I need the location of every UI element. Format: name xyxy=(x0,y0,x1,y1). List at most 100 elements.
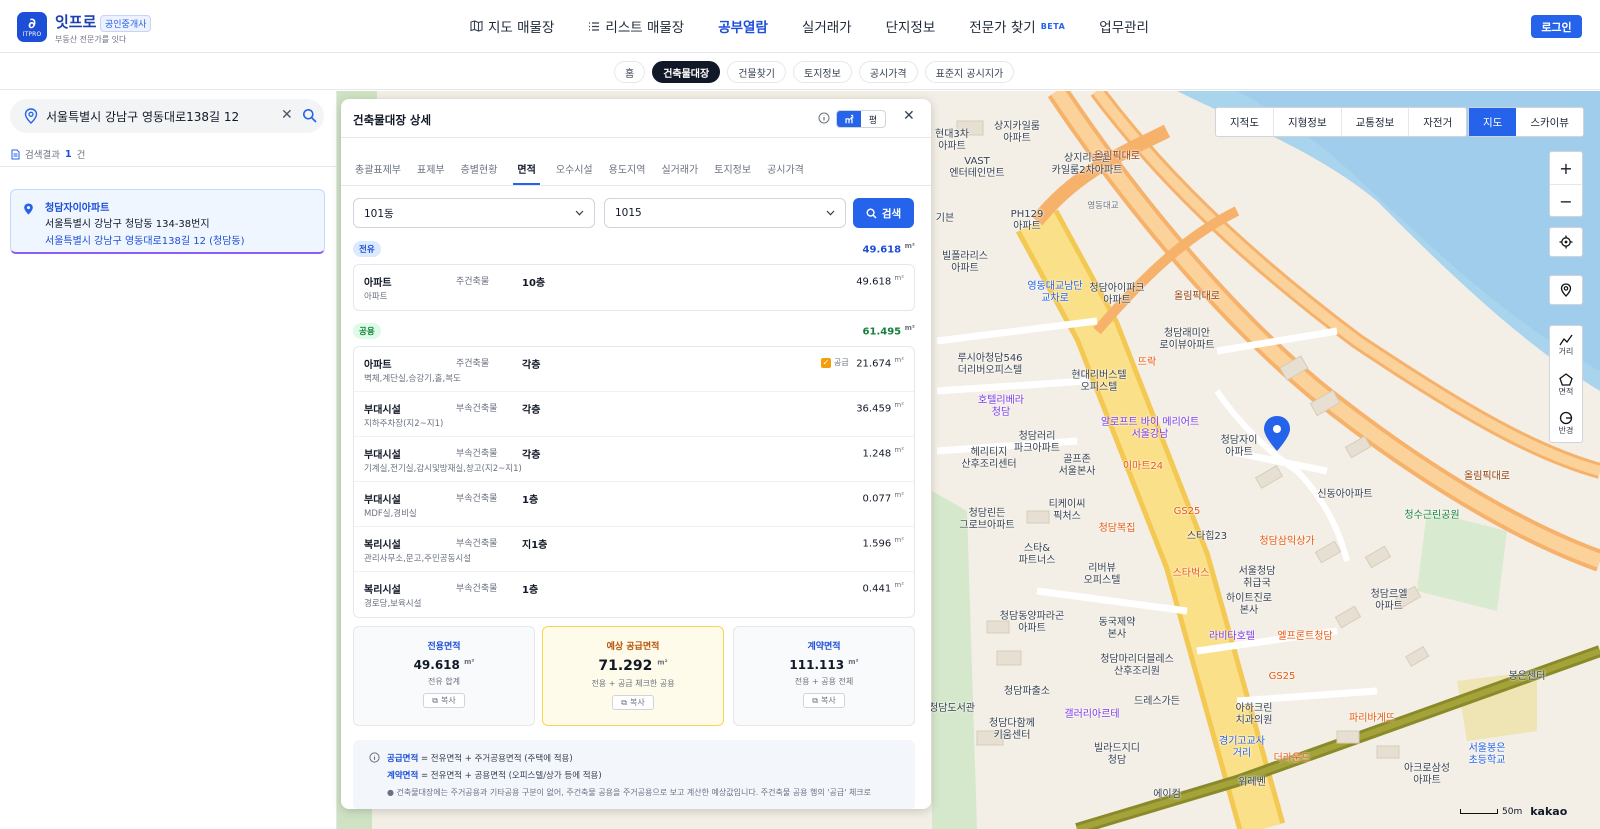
tab-zoning[interactable]: 용도지역 xyxy=(609,161,646,185)
map-place-label[interactable]: PH129 아파트 xyxy=(1011,209,1044,233)
copy-button[interactable]: ⧉ 복사 xyxy=(612,695,654,710)
map-place-label[interactable]: 청담래미안 로이뷰아파트 xyxy=(1159,328,1214,352)
map-place-label[interactable]: 엘프론트청담 xyxy=(1277,631,1332,643)
tab-real-price[interactable]: 실거래가 xyxy=(661,161,698,185)
search-result-card[interactable]: 청담자이아파트 서울특별시 강남구 청담동 134-38번지 서울특별시 강남구… xyxy=(10,189,325,254)
map-place-label[interactable]: 상지카일룸 아파트 xyxy=(994,121,1040,145)
map-place-label[interactable]: 청수근린공원 xyxy=(1404,510,1459,522)
map-place-label[interactable]: 갤러리아르테 xyxy=(1064,709,1119,721)
map-place-label[interactable]: 청담러리 파크아파트 xyxy=(1014,431,1060,455)
tab-sewage[interactable]: 오수시설 xyxy=(556,161,593,185)
map-place-label[interactable]: 청담마리더블레스 산후조리원 xyxy=(1100,654,1174,678)
clear-icon[interactable]: ✕ xyxy=(281,108,295,122)
chip-home[interactable]: 홈 xyxy=(614,61,646,83)
login-button[interactable]: 로그인 xyxy=(1531,15,1582,38)
copy-button[interactable]: ⧉ 복사 xyxy=(803,693,845,708)
map-place-label[interactable]: 청담도서관 xyxy=(929,703,975,715)
map-place-label[interactable]: 빌폴라리스 아파트 xyxy=(942,251,988,275)
place-marker-button[interactable] xyxy=(1549,275,1583,305)
map-place-label[interactable]: 위레벤 xyxy=(1238,777,1266,789)
map-place-label[interactable]: 경기고교사 거리 xyxy=(1219,736,1265,760)
chip-land-info[interactable]: 토지정보 xyxy=(793,61,852,83)
tab-public-price[interactable]: 공시가격 xyxy=(767,161,804,185)
map-place-label[interactable]: GS25 xyxy=(1174,506,1201,518)
view-map[interactable]: 지도 xyxy=(1469,108,1517,136)
map-place-label[interactable]: 청담자이 아파트 xyxy=(1221,435,1258,459)
nav-list-listing[interactable]: 리스트 매물장 xyxy=(588,16,684,36)
map-place-label[interactable]: 서울봉은 초등학교 xyxy=(1469,743,1506,767)
search-icon[interactable] xyxy=(302,108,317,123)
map-place-label[interactable]: 올림픽대로 xyxy=(1464,471,1510,483)
map-place-label[interactable]: 신동아아파트 xyxy=(1317,489,1372,501)
ho-select[interactable]: 1015 xyxy=(604,198,846,228)
map-place-label[interactable]: 라비타호텔 xyxy=(1209,631,1255,643)
logo[interactable]: ∂ ITPRO xyxy=(17,12,47,42)
map-place-label[interactable]: 청담아이파크 아파트 xyxy=(1089,283,1144,307)
tab-area[interactable]: 면적 xyxy=(513,161,540,185)
register-search-button[interactable]: 검색 xyxy=(853,198,914,228)
map-place-label[interactable]: 알로프트 바이 메리어트 서울강남 xyxy=(1101,417,1199,441)
map-place-label[interactable]: 영동대교 xyxy=(1087,200,1118,212)
map-place-label[interactable]: 청담르엘 아파트 xyxy=(1371,589,1408,613)
map-place-label[interactable]: 골프존 서울본사 xyxy=(1059,454,1096,478)
supply-checkbox[interactable]: ✓ 공급 xyxy=(821,357,849,368)
map-place-label[interactable]: 청담린든 그로브아파트 xyxy=(959,508,1014,532)
map-place-label[interactable]: 리버뷰 오피스텔 xyxy=(1084,563,1121,587)
nav-find-expert[interactable]: 전문가 찾기 BETA xyxy=(969,16,1065,36)
zoom-in-button[interactable]: + xyxy=(1550,152,1582,185)
map-place-label[interactable]: 뜨락 xyxy=(1138,357,1156,369)
map-place-label[interactable]: 티케이씨 픽처스 xyxy=(1049,499,1086,523)
map-place-label[interactable]: 청담복집 xyxy=(1099,523,1136,535)
unit-m2-button[interactable]: ㎡ xyxy=(837,111,861,127)
map-place-label[interactable]: 올림픽대로 xyxy=(1174,291,1220,303)
nav-document-view[interactable]: 공부열람 xyxy=(718,16,768,36)
map-place-label[interactable]: 청담삼익상가 xyxy=(1259,536,1314,548)
map-place-label[interactable]: 청담파출소 xyxy=(1004,686,1050,698)
map-place-label[interactable]: 파리바게뜨 xyxy=(1349,713,1395,725)
map-place-label[interactable]: 현대3차 아파트 xyxy=(935,129,969,153)
measure-area-button[interactable]: 면적 xyxy=(1550,365,1582,404)
map-place-label[interactable]: 봉은센터 xyxy=(1509,671,1546,683)
address-search-input[interactable] xyxy=(46,105,274,127)
tab-summary-title[interactable]: 총괄표제부 xyxy=(355,161,401,185)
nav-complex-info[interactable]: 단지정보 xyxy=(886,16,936,36)
map-place-label[interactable]: 하이트진로 본사 xyxy=(1226,593,1272,617)
chip-building-register[interactable]: 건축물대장 xyxy=(652,61,721,83)
layer-cadastral[interactable]: 지적도 xyxy=(1216,108,1274,136)
tab-floor-status[interactable]: 층별현황 xyxy=(461,161,498,185)
map-place-label[interactable]: 스타힙23 xyxy=(1187,531,1227,543)
map-place-label[interactable]: 동국제약 본사 xyxy=(1099,617,1136,641)
map-place-label[interactable]: GS25 xyxy=(1269,671,1296,683)
current-location-button[interactable] xyxy=(1549,227,1583,257)
layer-bicycle[interactable]: 자전거 xyxy=(1409,108,1466,136)
map-place-label[interactable]: 루시아청담546 더리버오피스텔 xyxy=(957,353,1022,377)
map-place-label[interactable]: 스타벅스 xyxy=(1173,568,1210,580)
unit-pyeong-button[interactable]: 평 xyxy=(861,111,885,127)
tab-title[interactable]: 표제부 xyxy=(417,161,445,185)
map-place-label[interactable]: 서울청담 취급국 xyxy=(1239,566,1276,590)
layer-traffic[interactable]: 교통정보 xyxy=(1342,108,1410,136)
map-place-label[interactable]: 현대리버스텔 오피스텔 xyxy=(1071,370,1126,394)
zoom-out-button[interactable]: − xyxy=(1550,185,1582,218)
map-place-label[interactable]: 더라운드 xyxy=(1274,753,1311,765)
info-icon[interactable] xyxy=(818,112,830,124)
dong-select[interactable]: 101동 xyxy=(353,198,595,228)
map-place-label[interactable]: 호텔리베라 청담 xyxy=(978,395,1024,419)
map-place-label[interactable]: 이마트24 xyxy=(1123,461,1163,473)
map-place-label[interactable]: 빌라드지디 청담 xyxy=(1094,743,1140,767)
measure-radius-button[interactable]: 반경 xyxy=(1550,404,1582,443)
map-place-label[interactable]: 올림픽대로 xyxy=(1094,151,1140,163)
map-place-label[interactable]: 청담동양파라곤 아파트 xyxy=(1000,611,1064,635)
map-place-label[interactable]: 헤리티지 산후조리센터 xyxy=(961,447,1016,471)
map-place-label[interactable]: 드레스가든 xyxy=(1134,696,1180,708)
chip-standard-land-price[interactable]: 표준지 공시지가 xyxy=(924,61,1015,83)
close-icon[interactable]: ✕ xyxy=(903,108,915,124)
tab-land-info[interactable]: 토지정보 xyxy=(714,161,751,185)
map-place-label[interactable]: 아하크린 치과의원 xyxy=(1236,703,1273,727)
map-place-label[interactable]: VAST 엔터테인먼트 xyxy=(949,156,1004,180)
measure-distance-button[interactable]: 거리 xyxy=(1550,326,1582,365)
chip-building-search[interactable]: 건물찾기 xyxy=(727,61,787,83)
brand-name[interactable]: 잇프로 xyxy=(55,11,96,32)
nav-map-listing[interactable]: 지도 매물장 xyxy=(470,16,554,36)
nav-work-management[interactable]: 업무관리 xyxy=(1099,16,1149,36)
